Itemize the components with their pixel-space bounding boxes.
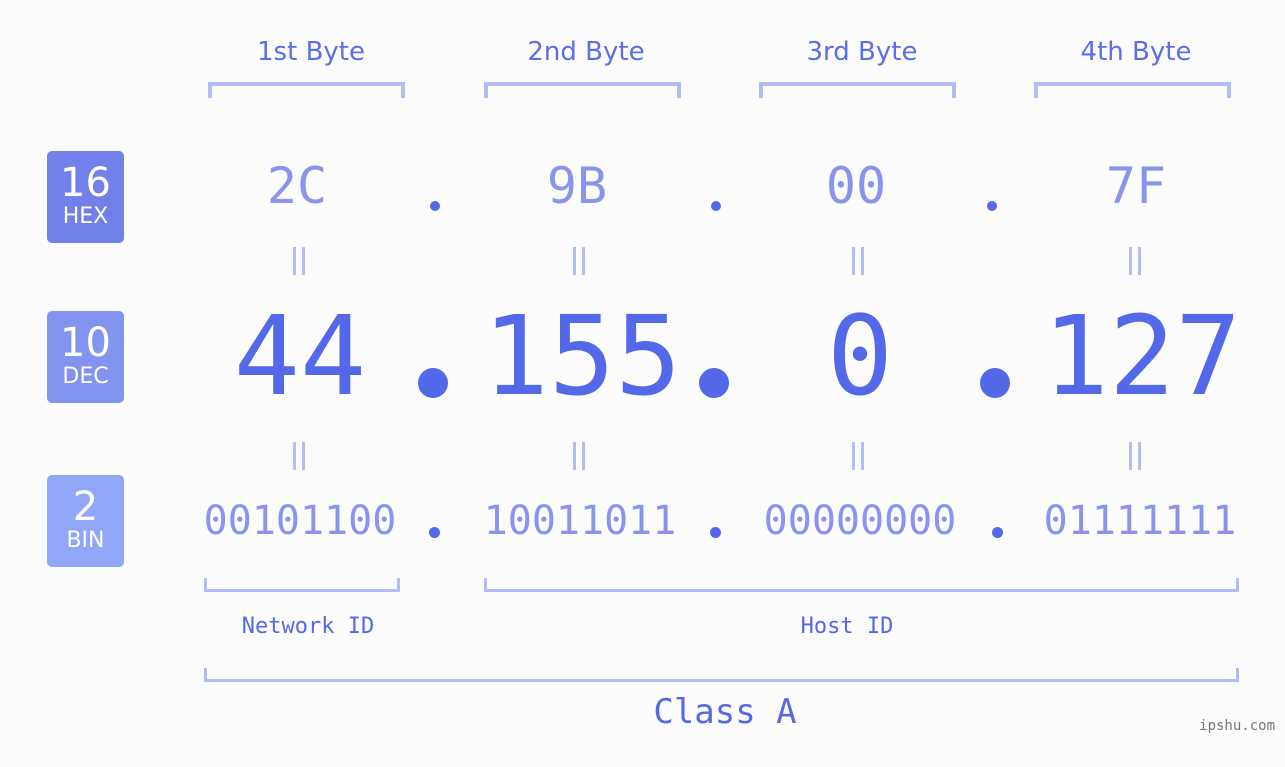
- bin-base-number: 2: [72, 484, 99, 530]
- watermark: ipshu.com: [1199, 718, 1275, 734]
- bin-byte-3: 00000000: [763, 498, 957, 544]
- equals-icon: [1127, 247, 1143, 275]
- equals-icon: [291, 247, 307, 275]
- equals-icon: [850, 442, 866, 470]
- host-id-label: Host ID: [800, 614, 894, 639]
- byte-bracket-1: [208, 82, 405, 98]
- host-id-bracket: [484, 578, 1239, 592]
- ip-class-label: Class A: [653, 692, 797, 732]
- dec-byte-3: 0: [826, 292, 894, 420]
- hex-byte-4: 7F: [1105, 157, 1167, 215]
- byte-bracket-3: [759, 82, 956, 98]
- dec-separator-dot: [699, 368, 729, 398]
- equals-icon: [1127, 442, 1143, 470]
- dec-byte-2: 155: [482, 292, 682, 420]
- bin-byte-4: 01111111: [1043, 498, 1237, 544]
- dec-badge: 10 DEC: [47, 311, 124, 403]
- bin-byte-2: 10011011: [483, 498, 677, 544]
- hex-byte-3: 00: [825, 157, 887, 215]
- byte-header-4: 4th Byte: [1080, 37, 1192, 67]
- bin-separator-dot: [992, 527, 1003, 538]
- dec-separator-dot: [418, 368, 448, 398]
- hex-byte-2: 9B: [546, 157, 608, 215]
- hex-separator-dot: [711, 201, 721, 211]
- bin-byte-1: 00101100: [203, 498, 397, 544]
- hex-separator-dot: [430, 201, 440, 211]
- equals-icon: [571, 442, 587, 470]
- bin-base-label: BIN: [66, 528, 105, 553]
- byte-bracket-4: [1034, 82, 1231, 98]
- hex-badge: 16 HEX: [47, 151, 124, 243]
- equals-icon: [291, 442, 307, 470]
- hex-separator-dot: [987, 201, 997, 211]
- bin-badge: 2 BIN: [47, 475, 124, 567]
- dec-byte-1: 44: [233, 292, 367, 420]
- dec-base-number: 10: [60, 320, 111, 366]
- bin-separator-dot: [710, 527, 721, 538]
- byte-bracket-2: [484, 82, 681, 98]
- bin-separator-dot: [429, 527, 440, 538]
- equals-icon: [571, 247, 587, 275]
- network-id-bracket: [204, 578, 400, 592]
- hex-byte-1: 2C: [266, 157, 328, 215]
- hex-base-number: 16: [60, 160, 111, 206]
- dec-separator-dot: [980, 368, 1010, 398]
- dec-byte-4: 127: [1042, 292, 1242, 420]
- byte-header-1: 1st Byte: [257, 37, 365, 67]
- byte-header-2: 2nd Byte: [527, 37, 645, 67]
- byte-header-3: 3rd Byte: [806, 37, 918, 67]
- hex-base-label: HEX: [62, 204, 109, 229]
- equals-icon: [850, 247, 866, 275]
- dec-base-label: DEC: [62, 364, 109, 389]
- class-bracket: [204, 668, 1239, 682]
- network-id-label: Network ID: [241, 614, 375, 639]
